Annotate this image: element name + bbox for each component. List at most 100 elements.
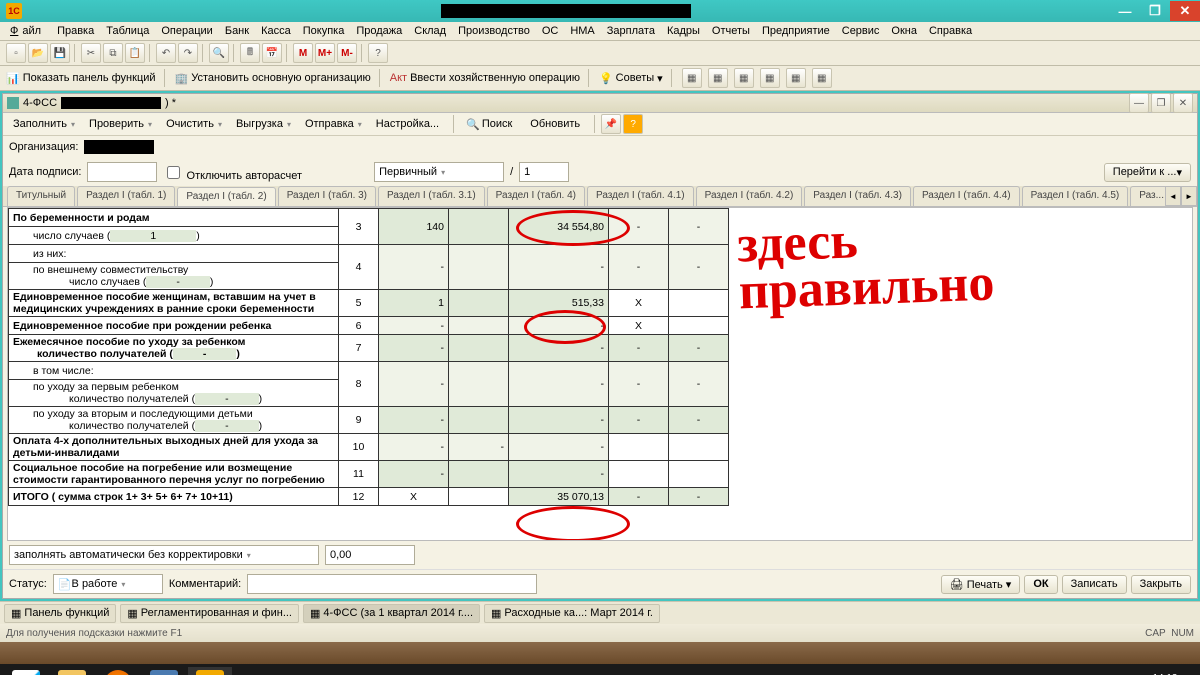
amount-input[interactable]: 0,00	[325, 545, 415, 565]
help-icon[interactable]: ?	[623, 114, 643, 134]
help-icon[interactable]: ?	[368, 43, 388, 63]
print-button[interactable]: 🖨 Печать ▾	[941, 575, 1021, 594]
doc-maximize-button[interactable]: ❐	[1151, 93, 1171, 113]
menu-cash[interactable]: Касса	[257, 24, 295, 38]
send-button[interactable]: Отправка	[299, 116, 368, 132]
ok-button[interactable]: ОК	[1024, 575, 1057, 594]
tool-icon[interactable]: ▦	[734, 68, 754, 88]
calendar-icon[interactable]: 📅	[262, 43, 282, 63]
status-row: Статус: 📄 В работе Комментарий: 🖨 Печать…	[3, 569, 1197, 598]
set-org-button[interactable]: 🏢 Установить основную организацию	[175, 72, 371, 85]
m-plus-button[interactable]: M+	[315, 43, 335, 63]
close-button[interactable]: ✕	[1170, 1, 1200, 21]
menu-bank[interactable]: Банк	[221, 24, 253, 38]
panel-window[interactable]: ▦ Панель функций	[4, 604, 116, 623]
m-button[interactable]: M	[293, 43, 313, 63]
close-doc-button[interactable]: Закрыть	[1131, 575, 1191, 594]
fill-button[interactable]: Заполнить	[7, 116, 81, 132]
menu-service[interactable]: Сервис	[838, 24, 884, 38]
panel-window[interactable]: ▦ Регламентированная и фин...	[120, 604, 299, 623]
undo-icon[interactable]: ↶	[156, 43, 176, 63]
menu-windows[interactable]: Окна	[887, 24, 921, 38]
explorer-icon[interactable]	[50, 667, 94, 675]
open-icon[interactable]: 📂	[28, 43, 48, 63]
status-bar: Для получения подсказки нажмите F1 CAP N…	[0, 624, 1200, 642]
autocalc-checkbox[interactable]: Отключить авторасчет	[163, 163, 302, 182]
doc-minimize-button[interactable]: —	[1129, 93, 1149, 113]
tool-icon[interactable]: ▦	[786, 68, 806, 88]
calc-icon[interactable]: 🖩	[240, 43, 260, 63]
tool-icon[interactable]: ▦	[812, 68, 832, 88]
tab-scroll-left[interactable]: ◄	[1165, 186, 1181, 206]
menu-production[interactable]: Производство	[454, 24, 534, 38]
tips-button[interactable]: 💡 Советы ▾	[599, 72, 663, 85]
pin-icon[interactable]: 📌	[601, 114, 621, 134]
tool-icon[interactable]: ▦	[708, 68, 728, 88]
doc-toolbar: Заполнить Проверить Очистить Выгрузка От…	[3, 113, 1197, 136]
menu-enterprise[interactable]: Предприятие	[758, 24, 834, 38]
check-button[interactable]: Проверить	[83, 116, 158, 132]
menu-personnel[interactable]: Кадры	[663, 24, 704, 38]
copy-number-input[interactable]: 1	[519, 162, 569, 182]
menu-file[interactable]: Файл	[6, 24, 49, 38]
minimize-button[interactable]: —	[1110, 1, 1140, 21]
show-panel-button[interactable]: 📊 Показать панель функций	[6, 72, 156, 85]
doc-close-button[interactable]: ✕	[1173, 93, 1193, 113]
paste-icon[interactable]: 📋	[125, 43, 145, 63]
tab-1-4[interactable]: Раздел I (табл. 4)	[487, 186, 585, 206]
taskbar: ▴ 🏳 📶 🔊 РУС 14:1319.09.2014	[0, 664, 1200, 675]
tab-1-31[interactable]: Раздел I (табл. 3.1)	[378, 186, 485, 206]
menu-salary[interactable]: Зарплата	[603, 24, 659, 38]
menu-sale[interactable]: Продажа	[352, 24, 406, 38]
maximize-button[interactable]: ❐	[1140, 1, 1170, 21]
menu-purchase[interactable]: Покупка	[299, 24, 349, 38]
menu-edit[interactable]: Правка	[53, 24, 98, 38]
tab-1-1[interactable]: Раздел I (табл. 1)	[77, 186, 175, 206]
fill-mode-select[interactable]: заполнять автоматически без корректировк…	[9, 545, 319, 565]
date-input[interactable]	[87, 162, 157, 182]
cut-icon[interactable]: ✂	[81, 43, 101, 63]
menu-reports[interactable]: Отчеты	[708, 24, 754, 38]
tab-1-44[interactable]: Раздел I (табл. 4.4)	[913, 186, 1020, 206]
tool-icon[interactable]: ▦	[760, 68, 780, 88]
menu-nma[interactable]: НМА	[566, 24, 598, 38]
enter-op-button[interactable]: Aкт Ввести хозяйственную операцию	[390, 72, 580, 84]
find-icon[interactable]: 🔍	[209, 43, 229, 63]
primary-select[interactable]: Первичный	[374, 162, 504, 182]
save-icon[interactable]: 💾	[50, 43, 70, 63]
copy-icon[interactable]: ⧉	[103, 43, 123, 63]
tab-1-41[interactable]: Раздел I (табл. 4.1)	[587, 186, 694, 206]
status-select[interactable]: 📄 В работе	[53, 574, 163, 594]
goto-button[interactable]: Перейти к ... ▾	[1104, 163, 1191, 182]
tab-1-43[interactable]: Раздел I (табл. 4.3)	[804, 186, 911, 206]
new-icon[interactable]: ▫	[6, 43, 26, 63]
export-button[interactable]: Выгрузка	[230, 116, 297, 132]
start-button[interactable]	[4, 667, 48, 675]
tab-1-45[interactable]: Раздел I (табл. 4.5)	[1022, 186, 1129, 206]
menu-stock[interactable]: Склад	[410, 24, 450, 38]
search-button[interactable]: 🔍 Поиск	[460, 116, 522, 133]
tab-1-3[interactable]: Раздел I (табл. 3)	[278, 186, 376, 206]
tab-1-42[interactable]: Раздел I (табл. 4.2)	[696, 186, 803, 206]
tab-1-2[interactable]: Раздел I (табл. 2)	[177, 187, 275, 207]
settings-button[interactable]: Настройка...	[370, 116, 449, 132]
menu-help[interactable]: Справка	[925, 24, 976, 38]
app-icon[interactable]	[142, 667, 186, 675]
report-table-area[interactable]: По беременности и родам314034 554,80-- ч…	[7, 207, 1193, 541]
menu-table[interactable]: Таблица	[102, 24, 153, 38]
1c-icon[interactable]	[188, 667, 232, 675]
menu-operations[interactable]: Операции	[157, 24, 216, 38]
refresh-button[interactable]: Обновить	[524, 116, 590, 132]
clear-button[interactable]: Очистить	[160, 116, 228, 132]
save-button[interactable]: Записать	[1062, 575, 1127, 594]
menu-os[interactable]: ОС	[538, 24, 563, 38]
panel-window[interactable]: ▦ 4-ФСС (за 1 квартал 2014 г....	[303, 604, 480, 623]
firefox-icon[interactable]	[96, 667, 140, 675]
panel-window[interactable]: ▦ Расходные ка...: Март 2014 г.	[484, 604, 660, 623]
m-minus-button[interactable]: M-	[337, 43, 357, 63]
redo-icon[interactable]: ↷	[178, 43, 198, 63]
tab-title[interactable]: Титульный	[7, 186, 75, 206]
tool-icon[interactable]: ▦	[682, 68, 702, 88]
tab-scroll-right[interactable]: ►	[1181, 186, 1197, 206]
comment-input[interactable]	[247, 574, 537, 594]
